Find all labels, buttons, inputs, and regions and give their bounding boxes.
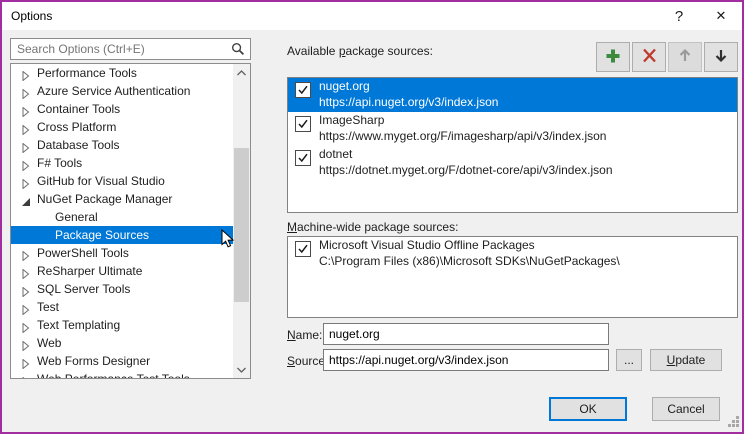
name-field[interactable] [329,325,605,343]
scrollbar-thumb[interactable] [234,148,249,302]
checkbox-checked[interactable] [295,82,311,98]
list-item-vs-offline-packages[interactable]: Microsoft Visual Studio Offline Packages… [288,237,737,271]
chevron-right-icon[interactable] [21,104,31,114]
chevron-right-icon[interactable] [21,266,31,276]
chevron-right-icon[interactable] [21,356,31,366]
chevron-right-icon[interactable] [21,86,31,96]
sidebar-item-github-for-visual-studio[interactable]: GitHub for Visual Studio [11,172,235,190]
chevron-right-icon[interactable] [21,176,31,186]
chevron-expanded-icon[interactable] [21,194,31,204]
close-button[interactable]: ✕ [700,2,742,30]
add-source-button[interactable] [596,42,630,72]
chevron-right-icon[interactable] [21,158,31,168]
title-bar: Options ? ✕ [2,2,742,30]
close-icon: ✕ [716,8,727,24]
chevron-right-icon[interactable] [21,320,31,330]
sidebar-item-sql-server-tools[interactable]: SQL Server Tools [11,280,235,298]
options-dialog: { "window": { "title": "Options", "help_… [0,0,744,434]
available-sources-list: nuget.org https://api.nuget.org/v3/index… [287,77,738,213]
sidebar-item-azure-service-authentication[interactable]: Azure Service Authentication [11,82,235,100]
browse-button[interactable]: ... [616,349,642,371]
options-tree: Performance Tools Azure Service Authenti… [10,63,251,379]
checkbox-checked[interactable] [295,241,311,257]
checkbox-checked[interactable] [295,116,311,132]
resize-grip-icon[interactable] [728,416,739,430]
search-icon[interactable] [231,42,245,59]
sidebar-item-web-performance-test-tools[interactable]: Web Performance Test Tools [11,370,235,379]
move-down-button[interactable] [704,42,738,72]
chevron-right-icon[interactable] [21,338,31,348]
list-item-nuget-org[interactable]: nuget.org https://api.nuget.org/v3/index… [288,78,737,112]
plus-icon [605,48,621,67]
chevron-right-icon[interactable] [21,140,31,150]
remove-source-button[interactable] [632,42,666,72]
sidebar-item-container-tools[interactable]: Container Tools [11,100,235,118]
sidebar-item-database-tools[interactable]: Database Tools [11,136,235,154]
sidebar-item-fsharp-tools[interactable]: F# Tools [11,154,235,172]
tree-scrollbar[interactable] [233,64,250,378]
search-box [10,38,251,60]
name-field-box [323,323,609,345]
chevron-right-icon[interactable] [21,122,31,132]
window-title: Options [11,9,52,23]
sidebar-item-general[interactable]: General [11,208,235,226]
ok-button[interactable]: OK [549,397,627,421]
source-field[interactable] [329,351,605,369]
source-field-box [323,349,609,371]
sidebar-item-text-templating[interactable]: Text Templating [11,316,235,334]
name-label: Name: [287,328,322,342]
arrow-up-icon [678,48,692,66]
chevron-right-icon[interactable] [21,284,31,294]
list-item-dotnet[interactable]: dotnet https://dotnet.myget.org/F/dotnet… [288,146,737,180]
machine-wide-sources-label: Machine-wide package sources: [287,220,458,234]
sidebar-item-nuget-package-manager[interactable]: NuGet Package Manager [11,190,235,208]
sidebar-item-resharper-ultimate[interactable]: ReSharper Ultimate [11,262,235,280]
help-icon: ? [675,8,683,25]
sidebar-item-web[interactable]: Web [11,334,235,352]
chevron-right-icon[interactable] [21,68,31,78]
scroll-down-icon[interactable] [233,361,250,378]
sidebar-item-performance-tools[interactable]: Performance Tools [11,64,235,82]
available-sources-label: Available package sources: [287,44,433,58]
sidebar-item-cross-platform[interactable]: Cross Platform [11,118,235,136]
chevron-right-icon[interactable] [21,374,31,379]
sidebar-item-test[interactable]: Test [11,298,235,316]
mouse-cursor-icon [221,229,235,252]
machine-wide-sources-list: Microsoft Visual Studio Offline Packages… [287,236,738,318]
sidebar-item-powershell-tools[interactable]: PowerShell Tools [11,244,235,262]
sidebar-item-package-sources[interactable]: Package Sources [11,226,235,244]
cancel-button[interactable]: Cancel [652,397,720,421]
update-button[interactable]: Update [650,349,722,371]
checkbox-checked[interactable] [295,150,311,166]
sidebar-item-web-forms-designer[interactable]: Web Forms Designer [11,352,235,370]
search-input[interactable] [17,40,225,58]
x-icon [642,48,657,66]
chevron-right-icon[interactable] [21,302,31,312]
list-item-imagesharp[interactable]: ImageSharp https://www.myget.org/F/image… [288,112,737,146]
help-button[interactable]: ? [658,2,700,30]
chevron-right-icon[interactable] [21,248,31,258]
scroll-up-icon[interactable] [233,64,250,81]
arrow-down-icon [714,48,728,66]
move-up-button[interactable] [668,42,702,72]
